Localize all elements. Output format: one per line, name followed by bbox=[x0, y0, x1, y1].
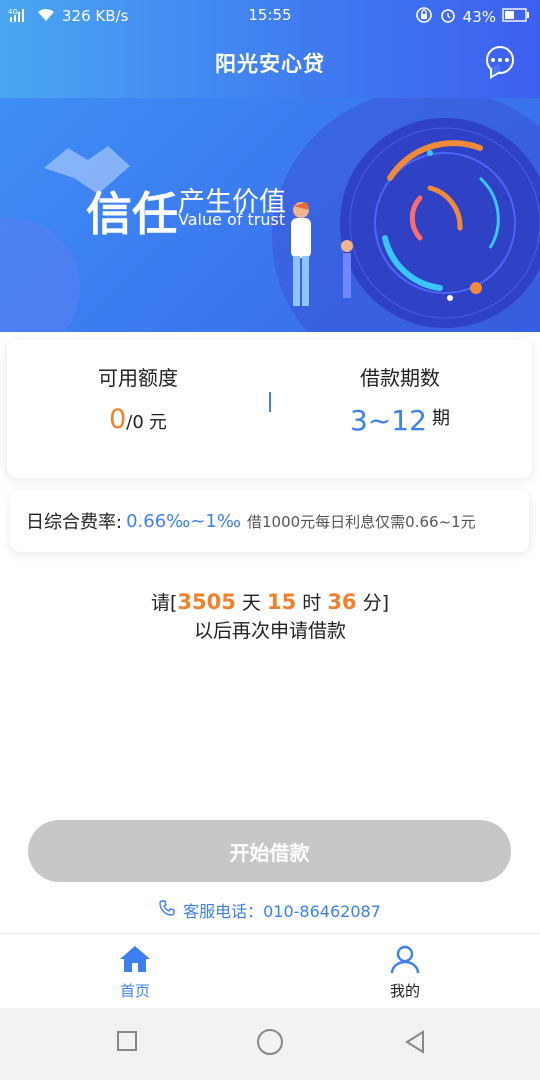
reapply-countdown: 请[3505 天 15 时 36 分] 以后再次申请借款 bbox=[0, 588, 540, 645]
tab-home-label: 首页 bbox=[119, 982, 150, 1000]
banner-slogan-en: Value of trust bbox=[178, 210, 286, 229]
customer-service-hotline[interactable]: 客服电话：010-86462087 bbox=[0, 898, 540, 922]
countdown-minutes: 36 bbox=[327, 590, 357, 614]
countdown-prefix: 请[ bbox=[150, 592, 178, 614]
loan-term-label: 借款期数 bbox=[360, 366, 440, 390]
status-right: 43% bbox=[415, 6, 530, 28]
rate-value: 0.66‰~1‰ bbox=[126, 510, 241, 532]
rate-note: 借1000元每日利息仅需0.66~1元 bbox=[247, 512, 476, 531]
available-quota-label: 可用额度 bbox=[98, 366, 178, 390]
rate-card: 日综合费率: 0.66‰~1‰ 借1000元每日利息仅需0.66~1元 bbox=[10, 490, 529, 552]
term-unit: 期 bbox=[432, 408, 450, 429]
tab-mine-label: 我的 bbox=[389, 982, 420, 1000]
battery-icon bbox=[502, 8, 530, 26]
back-button[interactable] bbox=[403, 1030, 427, 1058]
lock-rotation-icon bbox=[415, 6, 433, 28]
triangle-back-icon bbox=[405, 1030, 424, 1054]
loan-term: 借款期数 3~12 期 bbox=[269, 340, 531, 478]
chat-bubble-icon[interactable] bbox=[486, 46, 514, 74]
banner-slogan-big: 信任 bbox=[86, 187, 178, 241]
loan-term-value: 3~12 期 bbox=[269, 404, 531, 437]
countdown-days-unit: 天 bbox=[241, 592, 261, 614]
countdown-line1: 请[3505 天 15 时 36 分] bbox=[0, 588, 540, 617]
bottom-tabbar: 首页 我的 bbox=[0, 933, 540, 1008]
system-nav-bar bbox=[0, 1008, 540, 1080]
decor-circle bbox=[0, 218, 80, 332]
tab-home[interactable]: 首页 bbox=[85, 944, 185, 1001]
user-icon bbox=[390, 945, 420, 974]
start-loan-button[interactable]: 开始借款 bbox=[28, 820, 511, 882]
battery-percent: 43% bbox=[462, 8, 496, 26]
available-quota: 可用额度 0/0 元 bbox=[7, 340, 269, 478]
orbit-graphic bbox=[349, 127, 540, 319]
available-quota-value: 0/0 元 bbox=[7, 404, 269, 435]
home-icon bbox=[120, 946, 150, 972]
recent-apps-button[interactable] bbox=[116, 1030, 138, 1056]
promo-banner[interactable]: 信任 产生价值 Value of trust bbox=[0, 98, 540, 332]
quota-card: 可用额度 0/0 元 借款期数 3~12 期 bbox=[7, 340, 532, 478]
countdown-line2: 以后再次申请借款 bbox=[193, 620, 346, 642]
available-unit: 元 bbox=[148, 412, 167, 433]
countdown-hours: 15 bbox=[266, 590, 297, 614]
circle-icon bbox=[257, 1029, 283, 1055]
status-bar: 4G 326 KB/s 15:55 43% bbox=[0, 0, 540, 30]
page-title: 阳光安心贷 bbox=[215, 52, 325, 76]
square-icon bbox=[117, 1031, 137, 1051]
countdown-minutes-unit: 分] bbox=[362, 592, 390, 614]
person-illustration bbox=[291, 202, 353, 306]
home-nav-button[interactable] bbox=[256, 1028, 284, 1060]
available-rest: /0 bbox=[126, 412, 144, 433]
app-header: 4G 326 KB/s 15:55 43% 阳光安心贷 bbox=[0, 0, 540, 98]
hotline-text: 客服电话：010-86462087 bbox=[183, 902, 381, 921]
tab-mine[interactable]: 我的 bbox=[355, 944, 455, 1001]
phone-icon bbox=[159, 900, 175, 920]
countdown-hours-unit: 时 bbox=[302, 592, 322, 614]
countdown-days: 3505 bbox=[177, 590, 236, 614]
term-range: 3~12 bbox=[350, 404, 427, 437]
available-used: 0 bbox=[109, 404, 127, 435]
rate-label: 日综合费率: bbox=[26, 512, 123, 533]
alarm-icon bbox=[439, 6, 457, 28]
